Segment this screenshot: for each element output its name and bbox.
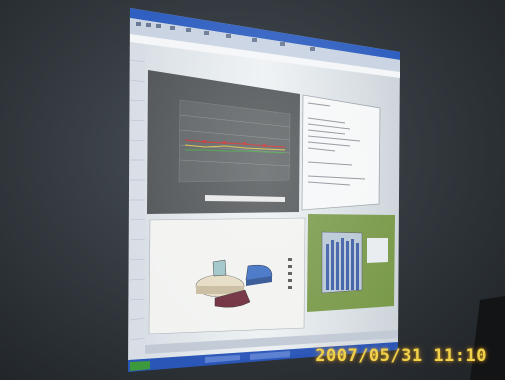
photo (128, 8, 505, 380)
projected-screen (128, 8, 400, 372)
timestamp: 2007/05/31 11:10 (315, 346, 487, 366)
dark-object (470, 296, 505, 380)
